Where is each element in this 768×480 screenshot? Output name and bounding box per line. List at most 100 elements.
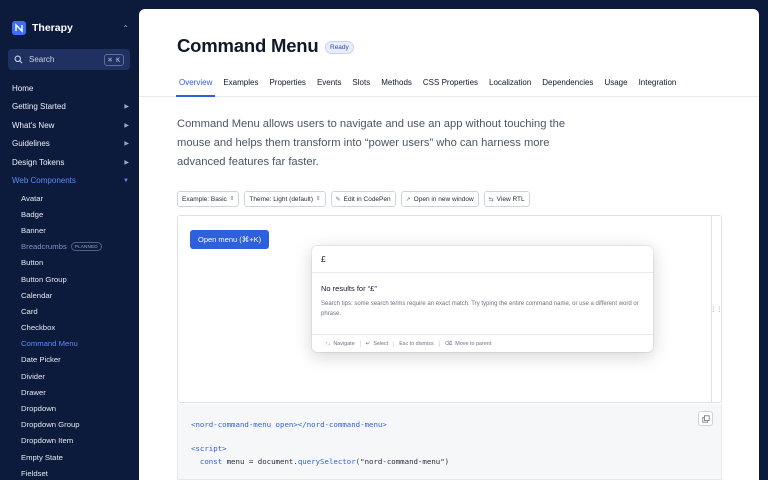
rtl-icon: ⇆ — [488, 196, 494, 203]
code-token: querySelector — [297, 456, 356, 466]
theme-select-label: Theme: Light (default) — [249, 195, 313, 203]
view-rtl-button[interactable]: ⇆ View RTL — [483, 191, 530, 207]
nav-item-guidelines[interactable]: Guidelines ▶ — [0, 135, 139, 154]
sidebar-item-avatar[interactable]: Avatar — [0, 190, 139, 206]
sidebar-item-empty-state[interactable]: Empty State — [0, 449, 139, 465]
search-button[interactable]: Search ⌘ K — [8, 49, 130, 70]
sidebar-item-calendar[interactable]: Calendar — [0, 287, 139, 303]
command-search-input[interactable]: £ — [312, 246, 653, 273]
code-token: open — [275, 420, 294, 429]
sidebar-item-checkbox[interactable]: Checkbox — [0, 320, 139, 336]
chevron-down-icon: ▼ — [123, 177, 129, 184]
open-new-window-label: Open in new window — [413, 195, 474, 203]
sidebar-item-card[interactable]: Card — [0, 303, 139, 319]
page-title: Command Menu — [177, 35, 319, 56]
sidebar-item-command-menu[interactable]: Command Menu — [0, 336, 139, 352]
example-select[interactable]: Example: Basic ⇕ — [177, 191, 240, 207]
code-token: > — [382, 420, 387, 429]
brand-logo-icon — [12, 21, 26, 35]
page-header: Command Menu Ready Overview Examples Pro… — [139, 9, 759, 97]
sidebar-nav: Home Getting Started ▶ What's New ▶ Guidel… — [0, 79, 139, 480]
hint-navigate: ↑↓ Navigate — [320, 340, 361, 347]
sidebar-item-dropdown-group[interactable]: Dropdown Group — [0, 417, 139, 433]
code-token: <nord-command-menu — [191, 420, 272, 429]
sidebar-item-dropdown-item[interactable]: Dropdown Item — [0, 433, 139, 449]
sidebar-item-divider[interactable]: Divider — [0, 368, 139, 384]
drag-dots-icon: ⋮⋮ — [710, 306, 723, 313]
open-new-window-button[interactable]: ↗ Open in new window — [400, 191, 479, 207]
main-content: Command Menu Ready Overview Examples Pro… — [139, 9, 759, 480]
nav-item-label: Home — [12, 83, 34, 93]
tab-overview[interactable]: Overview — [176, 71, 216, 97]
sidebar-item-button[interactable]: Button — [0, 255, 139, 271]
tab-integration[interactable]: Integration — [636, 71, 680, 97]
example-select-label: Example: Basic — [182, 195, 227, 203]
tab-properties[interactable]: Properties — [266, 71, 308, 97]
sidebar-item-drawer[interactable]: Drawer — [0, 384, 139, 400]
chevron-updown-icon[interactable]: ⌃ — [122, 24, 129, 33]
chevron-updown-icon: ⇕ — [229, 196, 235, 202]
command-menu-dialog: £ No results for “£” Search tips: some s… — [312, 246, 653, 352]
hint-label: Navigate — [333, 340, 355, 347]
nav-item-label: Design Tokens — [12, 157, 65, 167]
sidebar-item-banner[interactable]: Banner — [0, 222, 139, 238]
hint-label: Move to parent — [455, 340, 492, 347]
tab-usage[interactable]: Usage — [601, 71, 630, 97]
copy-icon — [701, 414, 710, 423]
tab-events[interactable]: Events — [314, 71, 344, 97]
code-token: ></ — [293, 420, 307, 429]
nav-item-getting-started[interactable]: Getting Started ▶ — [0, 98, 139, 117]
sidebar-item-badge[interactable]: Badge — [0, 206, 139, 222]
hint-select: ↵ Select — [361, 340, 395, 347]
theme-select[interactable]: Theme: Light (default) ⇕ — [244, 191, 326, 207]
example-toolbar: Example: Basic ⇕ Theme: Light (default) ⇕ … — [177, 191, 535, 207]
arrows-icon: ↑↓ — [325, 340, 331, 347]
hint-dismiss: Esc to dismiss — [394, 340, 440, 347]
code-token: menu = document. — [222, 456, 298, 466]
code-token: ("nord-command-menu") — [355, 456, 450, 466]
view-rtl-label: View RTL — [496, 195, 525, 203]
tab-localization[interactable]: Localization — [486, 71, 534, 97]
tab-slots[interactable]: Slots — [349, 71, 373, 97]
lead-paragraph: Command Menu allows users to navigate an… — [177, 118, 566, 168]
hint-parent: ⌫ Move to parent — [440, 341, 497, 347]
nav-item-design-tokens[interactable]: Design Tokens ▶ — [0, 153, 139, 172]
nav-item-web-components[interactable]: Web Components ▼ — [0, 172, 139, 191]
search-icon — [14, 55, 23, 64]
chevron-right-icon: ▶ — [124, 122, 129, 129]
code-block: <nord-command-menu open></nord-command-m… — [177, 404, 722, 480]
chevron-right-icon: ▶ — [124, 159, 129, 166]
resize-handle[interactable]: ⋮⋮ — [710, 216, 723, 402]
planned-badge: PLANNED — [70, 242, 102, 252]
open-menu-button[interactable]: Open menu (⌘+K) — [190, 230, 270, 249]
code-snippet: <nord-command-menu open></nord-command-m… — [191, 419, 449, 468]
sidebar: Therapy ⌃ Search ⌘ K Home Getting Starte… — [0, 0, 139, 480]
sidebar-item-label: Breadcrumbs — [21, 242, 67, 252]
sidebar-item-button-group[interactable]: Button Group — [0, 271, 139, 287]
nav-item-whats-new[interactable]: What's New ▶ — [0, 116, 139, 135]
sidebar-item-dropdown[interactable]: Dropdown — [0, 400, 139, 416]
edit-codepen-label: Edit in CodePen — [343, 195, 391, 203]
tab-examples[interactable]: Examples — [220, 71, 261, 97]
nav-item-home[interactable]: Home — [0, 79, 139, 98]
edit-codepen-button[interactable]: ✎ Edit in CodePen — [330, 191, 396, 207]
copy-button[interactable] — [698, 411, 713, 426]
chevron-right-icon: ▶ — [124, 141, 129, 148]
command-menu-footer: ↑↓ Navigate ↵ Select Esc to dismiss ⌫ Move … — [312, 334, 653, 352]
code-token: const — [199, 456, 223, 466]
no-results-heading: No results for “£” — [321, 284, 377, 293]
nav-item-label: What's New — [12, 120, 55, 130]
sidebar-item-fieldset[interactable]: Fieldset — [0, 465, 139, 480]
tab-css-properties[interactable]: CSS Properties — [420, 71, 481, 97]
nav-item-label: Web Components — [12, 176, 76, 186]
tab-bar: Overview Examples Properties Events Slot… — [176, 71, 684, 97]
hint-label: Esc to dismiss — [399, 340, 434, 347]
code-token: nord-command-menu — [306, 420, 383, 429]
sidebar-item-date-picker[interactable]: Date Picker — [0, 352, 139, 368]
nav-item-label: Guidelines — [12, 139, 50, 149]
sidebar-item-breadcrumbs[interactable]: Breadcrumbs PLANNED — [0, 239, 139, 255]
tab-dependencies[interactable]: Dependencies — [539, 71, 596, 97]
tab-methods[interactable]: Methods — [378, 71, 415, 97]
search-tips: Search tips: some search terms require a… — [321, 301, 639, 317]
brand[interactable]: Therapy ⌃ — [12, 20, 129, 36]
